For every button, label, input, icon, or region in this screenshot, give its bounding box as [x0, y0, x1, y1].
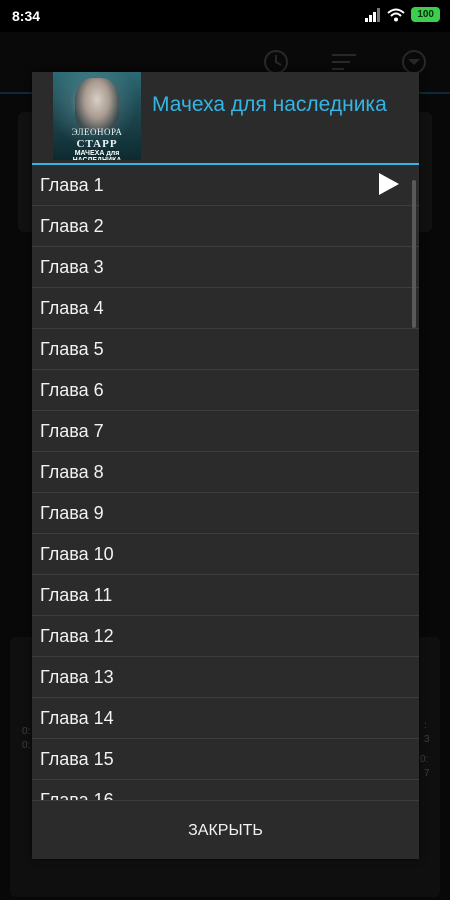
chapter-label: Глава 13 [40, 667, 114, 687]
chapter-label: Глава 12 [40, 626, 114, 646]
chapter-label: Глава 16 [40, 790, 114, 800]
signal-icon [365, 7, 381, 22]
cover-author: ЭЛЕОНОРА [71, 127, 123, 137]
chapter-item[interactable]: Глава 9 [32, 493, 419, 534]
chapter-list-scrollbar[interactable] [412, 180, 416, 328]
chapter-item[interactable]: Глава 8 [32, 452, 419, 493]
chapter-dialog: ЭЛЕОНОРА СТАРР МАЧЕХА для НАСЛЕДНИКА Мач… [32, 72, 419, 859]
chapter-label: Глава 5 [40, 339, 104, 359]
dialog-footer: ЗАКРЫТЬ [32, 800, 419, 860]
status-time: 8:34 [12, 8, 41, 24]
chapter-label: Глава 10 [40, 544, 114, 564]
close-button[interactable]: ЗАКРЫТЬ [32, 801, 419, 860]
chapter-label: Глава 9 [40, 503, 104, 523]
wifi-icon [387, 8, 405, 21]
chapter-item[interactable]: Глава 14 [32, 698, 419, 739]
chapter-item[interactable]: Глава 10 [32, 534, 419, 575]
chapter-item[interactable]: Глава 6 [32, 370, 419, 411]
chapter-item[interactable]: Глава 5 [32, 329, 419, 370]
chapter-item[interactable]: Глава 7 [32, 411, 419, 452]
book-cover-image: ЭЛЕОНОРА СТАРР МАЧЕХА для НАСЛЕДНИКА [53, 72, 141, 160]
cover-author-surname: СТАРР [76, 138, 118, 150]
chapter-item[interactable]: Глава 13 [32, 657, 419, 698]
status-icons: 100 [365, 7, 440, 22]
chapter-label: Глава 3 [40, 257, 104, 277]
chapter-item[interactable]: Глава 4 [32, 288, 419, 329]
chapter-item[interactable]: Глава 1 [32, 165, 419, 206]
play-icon[interactable] [379, 173, 399, 195]
chapter-item[interactable]: Глава 12 [32, 616, 419, 657]
cover-title: МАЧЕХА для НАСЛЕДНИКА [73, 150, 122, 160]
chapter-label: Глава 8 [40, 462, 104, 482]
chapter-label: Глава 1 [40, 175, 104, 195]
chapter-item[interactable]: Глава 2 [32, 206, 419, 247]
chapter-item[interactable]: Глава 11 [32, 575, 419, 616]
chapter-label: Глава 6 [40, 380, 104, 400]
status-bar: 8:34 100 [0, 0, 450, 32]
chapter-label: Глава 14 [40, 708, 114, 728]
chapter-list[interactable]: Глава 1 Глава 2 Глава 3 Глава 4 Глава 5 … [32, 165, 419, 800]
chapter-item[interactable]: Глава 15 [32, 739, 419, 780]
chapter-label: Глава 7 [40, 421, 104, 441]
chapter-label: Глава 2 [40, 216, 104, 236]
chapter-label: Глава 4 [40, 298, 104, 318]
chapter-item[interactable]: Глава 3 [32, 247, 419, 288]
chapter-label: Глава 11 [40, 585, 113, 605]
dialog-header: ЭЛЕОНОРА СТАРР МАЧЕХА для НАСЛЕДНИКА Мач… [32, 72, 419, 165]
battery-icon: 100 [411, 7, 440, 22]
chapter-label: Глава 15 [40, 749, 114, 769]
chapter-item[interactable]: Глава 16 [32, 780, 419, 800]
cover-figure [75, 78, 119, 132]
book-title: Мачеха для наследника [152, 93, 387, 116]
